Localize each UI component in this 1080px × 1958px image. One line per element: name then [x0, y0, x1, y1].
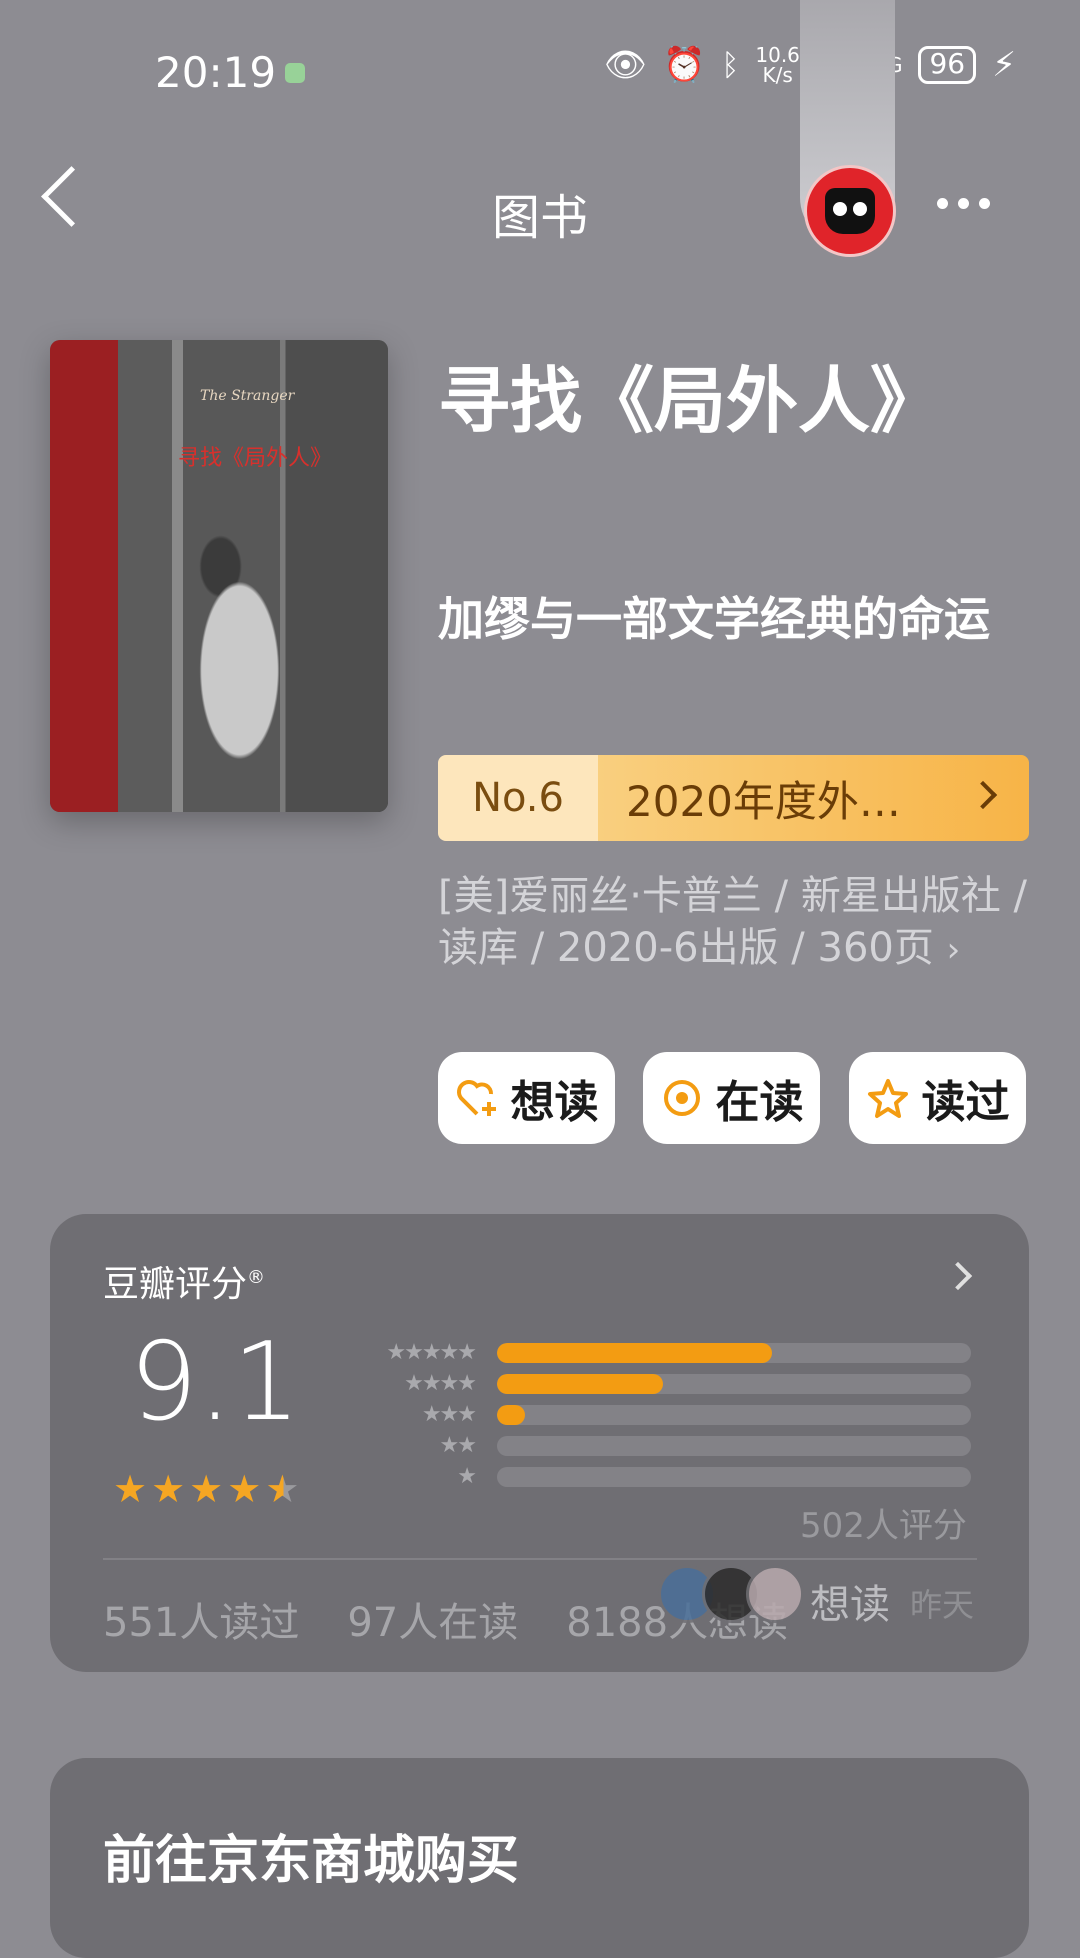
star-icon: ★	[113, 1467, 148, 1511]
bar-star-label: ★★★★	[404, 1371, 477, 1396]
rating-bar-row: ★★★★	[355, 1371, 971, 1396]
recent-avatars[interactable]	[658, 1565, 804, 1623]
shop-title: 前往京东商城购买	[103, 1831, 520, 1891]
bar-star-label: ★★	[439, 1433, 477, 1458]
rating-bar-track	[497, 1404, 971, 1425]
rank-number: No.6	[438, 755, 598, 841]
cover-spine	[50, 340, 118, 812]
page-title: 图书	[491, 190, 588, 246]
notification-icon	[285, 63, 305, 83]
bar-star-label: ★★★	[421, 1402, 477, 1427]
rank-label: 2020年度外…	[598, 755, 1029, 841]
rating-bar-row: ★★★	[355, 1402, 971, 1427]
reading-button[interactable]: 在读	[643, 1052, 820, 1144]
eye-icon: 👁	[603, 45, 648, 85]
rank-badge[interactable]: No.6 2020年度外…	[438, 755, 1029, 841]
rating-bar-row: ★	[355, 1464, 971, 1489]
star-icon: ★	[151, 1467, 186, 1511]
bar-star-label: ★★★★★	[386, 1340, 477, 1365]
rating-bar-fill	[497, 1404, 526, 1425]
target-icon	[663, 1080, 700, 1116]
divider	[103, 1558, 977, 1560]
book-subtitle: 加缪与一部文学经典的命运	[438, 592, 990, 646]
rating-bar-track	[497, 1373, 971, 1394]
avatar	[746, 1565, 804, 1623]
star-icon: ★	[189, 1467, 224, 1511]
book-meta[interactable]: [美]爱丽丝·卡普兰 / 新星出版社 / 读库 / 2020-6出版 / 360…	[438, 870, 1038, 976]
book-cover[interactable]: The Stranger 寻找《局外人》	[50, 340, 388, 812]
alarm-icon: ⏰	[663, 45, 706, 85]
recent-action: 想读	[810, 1582, 890, 1628]
star-icon: ★	[265, 1467, 300, 1511]
bar-star-label: ★	[457, 1464, 477, 1489]
star-outline-icon	[867, 1079, 908, 1118]
rating-bar-fill	[497, 1373, 663, 1394]
battery-icon: 96	[918, 46, 977, 84]
cover-chinese-title: 寻找《局外人》	[178, 446, 333, 471]
cat-icon	[825, 188, 875, 234]
cover-photo	[118, 340, 388, 812]
rating-bar-track	[497, 1435, 971, 1456]
rating-count: 502人评分	[800, 1506, 967, 1546]
rating-bar-track	[497, 1466, 971, 1487]
rating-bar-row: ★★	[355, 1433, 971, 1458]
heart-plus-icon	[456, 1080, 496, 1116]
status-time: 20:19	[155, 48, 277, 97]
mascot-avatar[interactable]	[804, 165, 896, 257]
rating-title: 豆瓣评分®	[103, 1264, 266, 1305]
read-button[interactable]: 读过	[849, 1052, 1026, 1144]
rating-stars: ★ ★ ★ ★ ★	[113, 1470, 299, 1508]
reading-count: 97人在读	[347, 1600, 519, 1646]
book-title: 寻找《局外人》	[438, 359, 943, 443]
rating-bar-fill	[497, 1342, 772, 1363]
rating-score: 9.1	[129, 1320, 301, 1445]
rating-bar-track	[497, 1342, 971, 1363]
charging-icon: ⚡	[992, 45, 1016, 85]
recent-time: 昨天	[910, 1586, 975, 1624]
cover-english-title: The Stranger	[200, 388, 295, 404]
bluetooth-icon: ᛒ	[721, 47, 740, 83]
more-icon[interactable]	[937, 198, 990, 209]
rating-bar-row: ★★★★★	[355, 1340, 971, 1365]
star-icon: ★	[227, 1467, 262, 1511]
want-to-read-button[interactable]: 想读	[438, 1052, 615, 1144]
read-count: 551人读过	[103, 1600, 300, 1646]
chevron-right-icon: ›	[946, 930, 961, 970]
net-speed: 10.6 K/s	[755, 43, 800, 87]
